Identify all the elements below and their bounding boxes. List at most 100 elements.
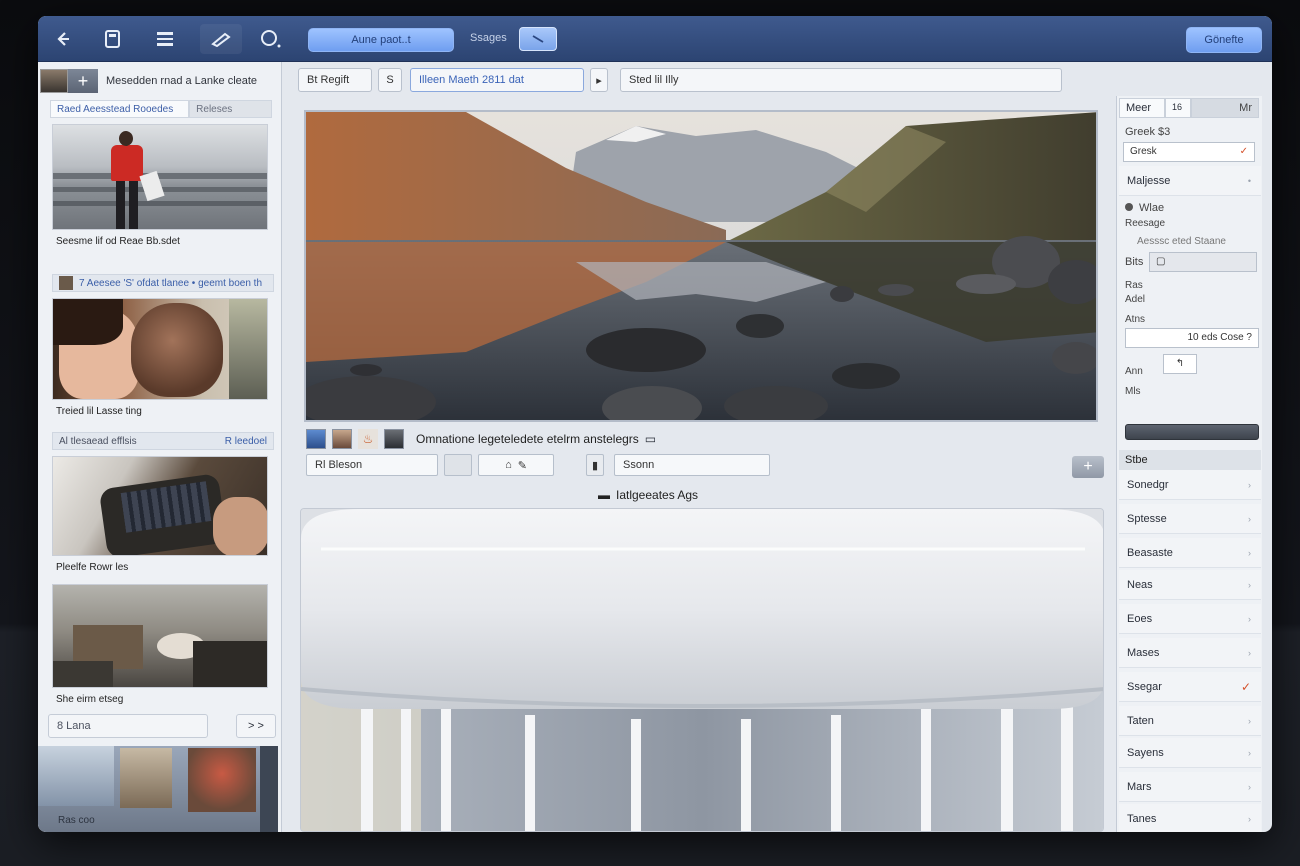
filmstrip-preview: Ras coo [38, 746, 278, 832]
filter-toggle[interactable] [444, 454, 472, 476]
tab-meer[interactable]: Meer [1119, 98, 1165, 118]
camera-thumb-icon[interactable] [384, 429, 404, 449]
check-icon: ✓ [1239, 146, 1248, 157]
more-icon[interactable]: ▭ [645, 432, 656, 446]
case-input[interactable]: 10 eds Cose ? [1125, 328, 1259, 348]
filter-row: Rl Bleson ⌂ ✎ ▮ Ssonn + [306, 452, 1106, 480]
chevron-right-icon: • [1247, 175, 1251, 186]
list-item[interactable]: Seesme lif od Reae Bb.sdet [52, 124, 274, 247]
panel-row-label: Ssegar [1127, 680, 1162, 693]
breadcrumb-button[interactable]: Bt Regift [298, 68, 372, 92]
back-arrow-icon[interactable] [46, 24, 80, 54]
return-icon[interactable]: ↰ [1163, 354, 1197, 374]
list-item[interactable]: Treied lil Lasse ting [52, 298, 274, 417]
document-icon[interactable] [96, 24, 130, 54]
edit-pen-icon[interactable] [200, 24, 242, 54]
tab-releases[interactable]: Releses [189, 100, 272, 118]
breadcrumb-separator[interactable]: S [378, 68, 402, 92]
tab-recent[interactable]: Raed Aeesstead Rooedes [50, 100, 190, 118]
secondary-image-preview[interactable] [300, 508, 1104, 832]
panel-row[interactable]: Mases › [1119, 638, 1261, 668]
greek-input[interactable]: Gresk ✓ [1123, 142, 1255, 162]
tag-icon: ⌂ [505, 459, 512, 471]
chevron-right-icon: › [1248, 547, 1251, 558]
left-sidebar: + Mesedden rnad a Lanke cleate Raed Aees… [38, 62, 282, 832]
sidebar-search-input[interactable]: 8 Lana [48, 714, 208, 738]
image-thumb-icon[interactable] [306, 429, 326, 449]
panel-row-label: Sonedgr [1127, 478, 1169, 491]
sidebar-tabs: Raed Aeesstead Rooedes Releses [50, 100, 272, 118]
chevron-right-icon: › [1248, 579, 1251, 590]
dropdown-icon[interactable]: ▸ [590, 68, 608, 92]
panel-row[interactable]: Eoes › [1119, 604, 1261, 634]
panel-row[interactable]: Sayens › [1119, 738, 1261, 768]
panel-small-label: Atns [1125, 314, 1146, 325]
toolbar-label: Ssages [470, 32, 507, 44]
tab-count[interactable]: 16 [1165, 98, 1191, 118]
thumbnail-image [52, 584, 268, 688]
chevron-right-icon: › [1248, 647, 1251, 658]
panel-row[interactable]: Neas › [1119, 570, 1261, 600]
radio-option[interactable]: Wlae [1125, 202, 1164, 214]
item-caption: Treied lil Lasse ting [56, 406, 142, 417]
add-button[interactable]: + [1072, 456, 1104, 478]
avatar[interactable] [40, 69, 68, 93]
add-icon[interactable]: + [68, 69, 98, 93]
primary-action-button[interactable]: Aune paot..t [308, 28, 454, 52]
panel-small-label: Aesssc eted Staane [1137, 236, 1226, 247]
secondary-search-input[interactable]: Ssonn [614, 454, 770, 476]
path-input[interactable]: Illeen Maeth 2811 dat [410, 68, 584, 92]
search-input[interactable]: Sted lil Illy [620, 68, 1062, 92]
panel-row-label: Taten [1127, 714, 1154, 727]
generate-button[interactable]: Gönefte [1186, 27, 1262, 53]
panel-small-label: Adel [1125, 294, 1146, 305]
chevron-right-icon: › [1248, 513, 1251, 524]
list-icon[interactable] [148, 24, 182, 54]
radio-label: Wlae [1139, 202, 1165, 214]
panel-row[interactable]: Taten › [1119, 706, 1261, 736]
panel-row-label: Eoes [1127, 612, 1153, 625]
panel-row[interactable]: Sptesse › [1119, 504, 1261, 534]
chevron-right-icon: › [1248, 715, 1251, 726]
check-icon: ✓ [1240, 679, 1251, 694]
portrait-thumb-icon[interactable] [332, 429, 352, 449]
panel-row-label: Maljesse [1127, 174, 1171, 187]
panel-row[interactable]: Beasaste › [1119, 538, 1261, 568]
flame-icon[interactable]: ♨ [358, 429, 378, 449]
chevron-right-icon: › [1248, 813, 1251, 824]
tab-mr[interactable]: Mr [1191, 98, 1259, 118]
panel-row-label: Mars [1127, 780, 1152, 793]
panel-row[interactable]: Mars › [1119, 772, 1261, 802]
panel-row[interactable]: Ssegar ✓ [1119, 672, 1261, 702]
bookmark-icon[interactable]: ▮ [586, 454, 604, 476]
pen-icon: ✎ [517, 459, 527, 472]
thumbnail-image [52, 456, 268, 556]
section-icon: ▬ [598, 488, 610, 502]
list-meta-row[interactable]: Al tlesaead efflsis R leedoel [52, 432, 274, 450]
meta-row-text: Al tlesaead efflsis [59, 435, 137, 447]
filter-field[interactable]: Rl Bleson [306, 454, 438, 476]
panel-row-label: Beasaste [1127, 546, 1173, 559]
list-meta-row[interactable]: 7 Aeesee 'S' ofdat tlanee • geemt boen t… [52, 274, 274, 292]
zoom-slider[interactable] [1125, 424, 1259, 440]
next-page-button[interactable]: > > [236, 714, 276, 738]
panel-tabs: Meer 16 Mr [1119, 98, 1261, 118]
circle-search-icon[interactable] [254, 24, 288, 54]
panel-small-label: Ann [1125, 366, 1143, 377]
panel-row[interactable]: Tanes › [1119, 804, 1261, 832]
bits-selector[interactable]: ▢ [1149, 252, 1257, 272]
main-image-preview[interactable] [304, 110, 1098, 422]
meta-row-link[interactable]: R leedoel [225, 436, 267, 447]
chevron-right-icon: › [1248, 613, 1251, 624]
list-item[interactable]: Pleelfe Rowr les [52, 456, 274, 573]
app-window: Aune paot..t Ssages Gönefte + Mesedden r… [38, 16, 1272, 832]
panel-row[interactable]: Sonedgr › [1119, 470, 1261, 500]
toggle-icon-button[interactable] [519, 27, 557, 51]
section-heading-text: Iatlgeeates Ags [616, 488, 699, 502]
sidebar-title: Mesedden rnad a Lanke cleate [106, 75, 258, 87]
list-item[interactable]: She eirm etseg [52, 584, 274, 705]
chevron-right-icon: › [1248, 781, 1251, 792]
item-caption: Pleelfe Rowr les [56, 562, 129, 573]
pen-tool-button[interactable]: ⌂ ✎ [478, 454, 554, 476]
panel-row[interactable]: Maljesse • [1119, 166, 1261, 196]
